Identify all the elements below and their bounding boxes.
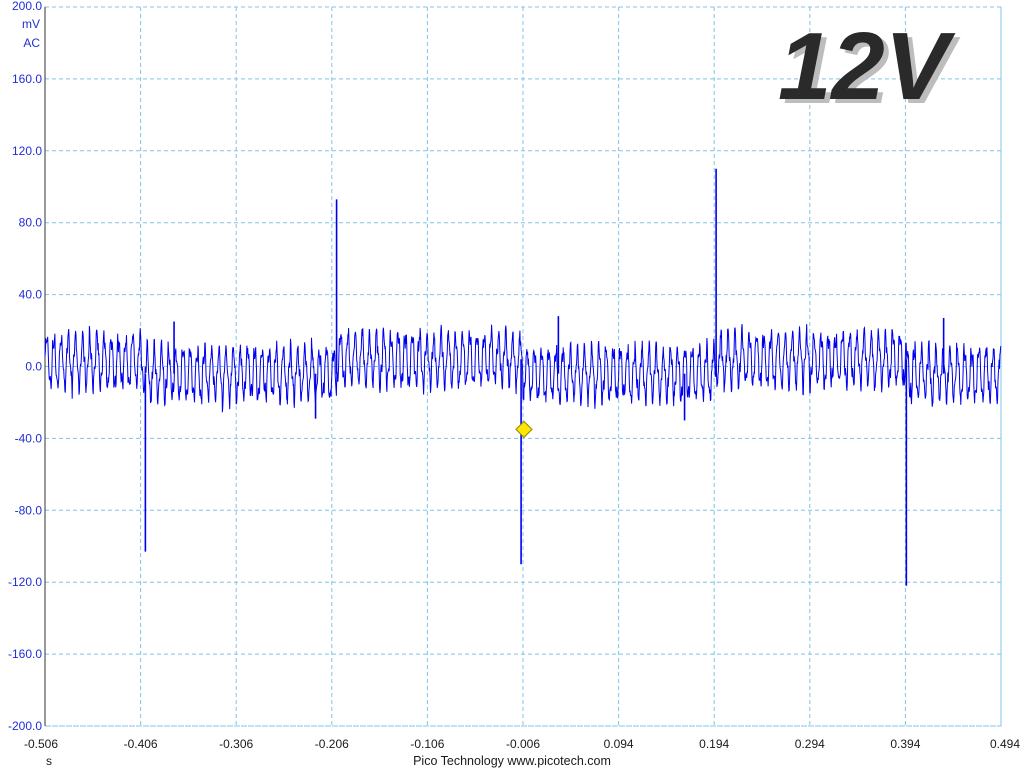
x-tick-label: 0.394 [890, 737, 920, 751]
oscilloscope-chart: 200.0 160.0 120.0 80.0 40.0 0.0 -40.0 -80.0 -120… [8, 0, 1020, 768]
x-tick-label: -0.006 [506, 737, 540, 751]
y-tick-label: 160.0 [12, 72, 42, 86]
y-tick-label: -80.0 [15, 503, 43, 517]
y-axis-ticks: 200.0 160.0 120.0 80.0 40.0 0.0 -40.0 -80.0 -120… [8, 0, 42, 733]
y-tick-label: 0.0 [25, 360, 42, 374]
x-axis-ticks: -0.506 -0.406 -0.306 -0.206 -0.106 -0.006 0.09… [24, 737, 1020, 751]
x-tick-label: 0.194 [699, 737, 729, 751]
trigger-marker[interactable] [515, 420, 533, 439]
x-tick-label: 0.294 [795, 737, 825, 751]
y-tick-label: 120.0 [12, 144, 42, 158]
y-tick-label: -200.0 [8, 719, 42, 733]
coupling-mode: AC [23, 36, 40, 50]
y-tick-label: -160.0 [8, 647, 42, 661]
voltage-badge: 12V 12V [778, 13, 961, 124]
x-tick-label: -0.306 [219, 737, 253, 751]
x-tick-label: 0.494 [990, 737, 1020, 751]
footer-credit: Pico Technology www.picotech.com [413, 754, 611, 768]
svg-text:12V: 12V [778, 13, 956, 120]
y-axis-unit: mV [22, 17, 40, 31]
y-tick-label: 80.0 [19, 216, 43, 230]
x-tick-label: -0.506 [24, 737, 58, 751]
y-tick-label: 200.0 [12, 0, 42, 13]
y-tick-label: 40.0 [19, 288, 43, 302]
x-axis-unit: s [46, 754, 52, 768]
x-tick-label: -0.406 [124, 737, 158, 751]
x-tick-label: -0.206 [315, 737, 349, 751]
x-tick-label: 0.094 [604, 737, 634, 751]
x-tick-label: -0.106 [410, 737, 444, 751]
y-tick-label: -120.0 [8, 575, 42, 589]
y-tick-label: -40.0 [15, 431, 43, 445]
